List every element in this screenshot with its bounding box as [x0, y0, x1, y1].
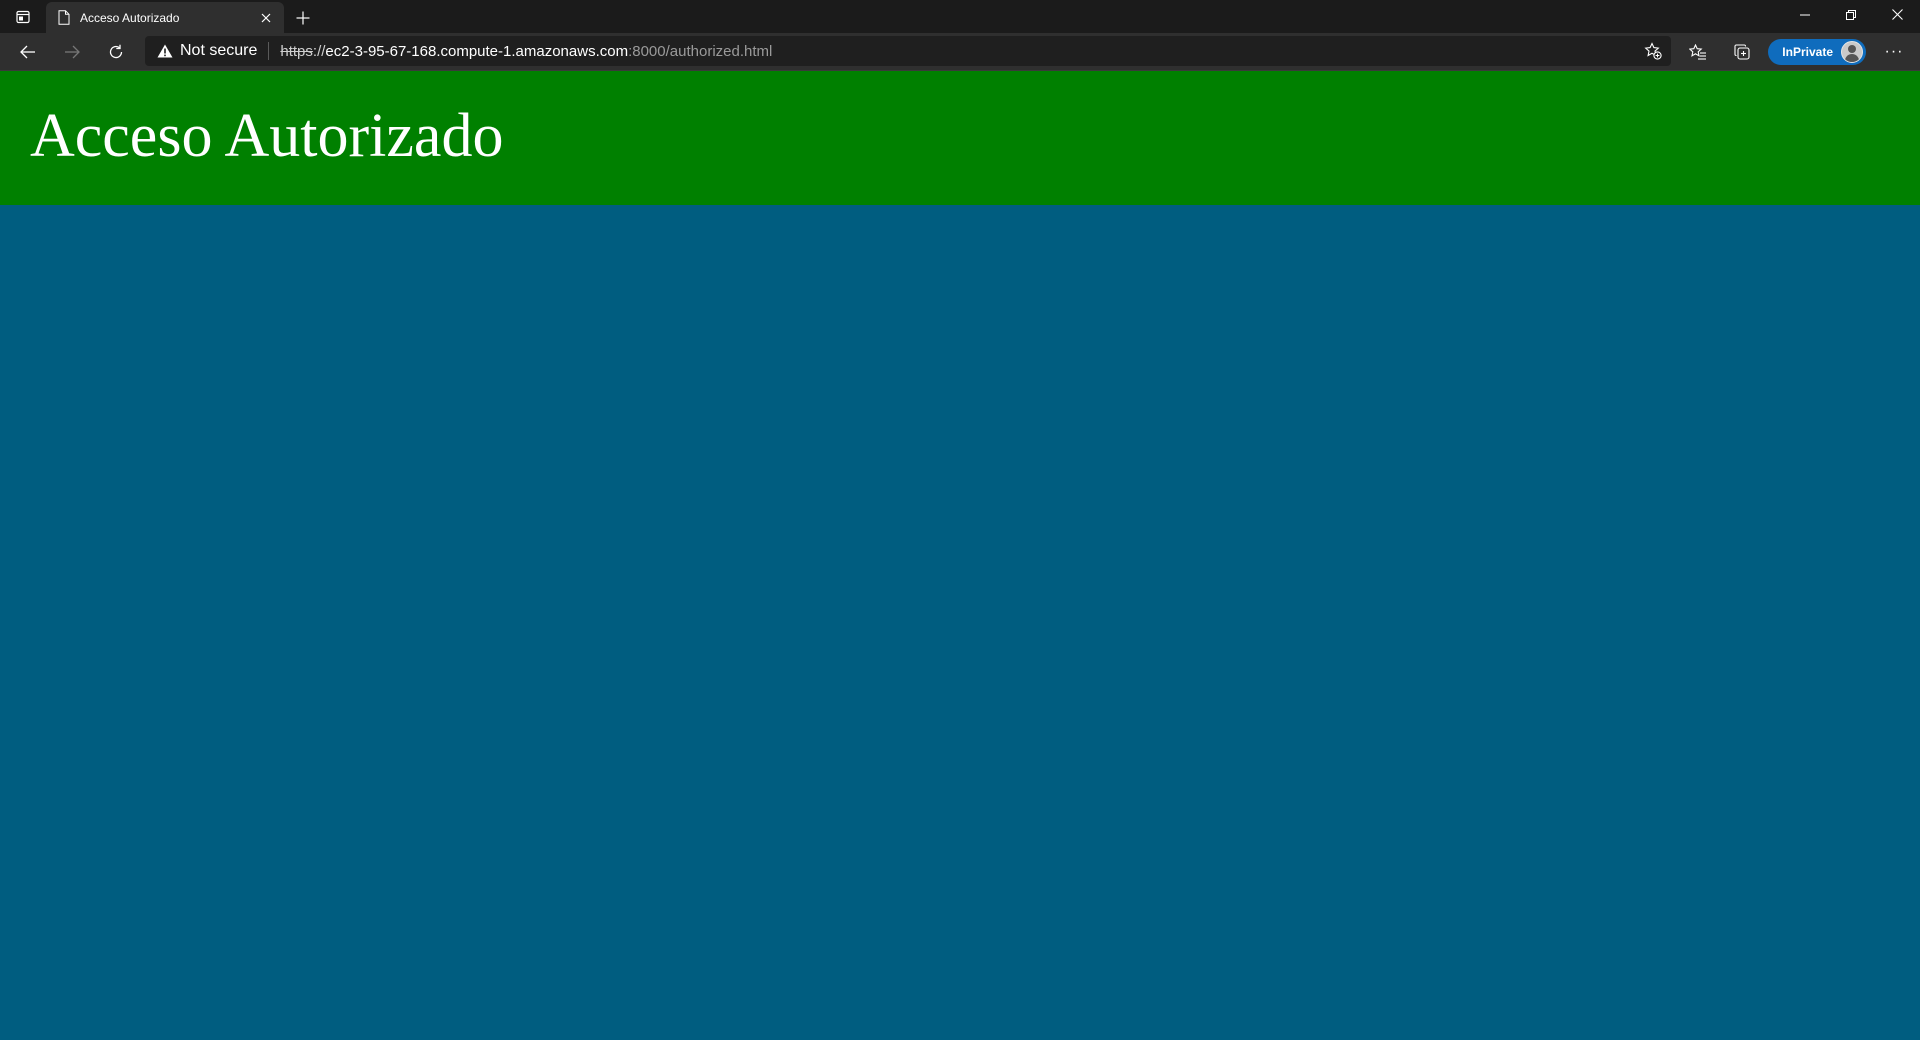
url-scheme: https — [280, 42, 313, 60]
favorites-button[interactable] — [1678, 36, 1718, 68]
url-separator: :// — [312, 42, 326, 60]
restore-button[interactable] — [1828, 0, 1874, 29]
page-icon — [58, 10, 70, 25]
forward-button[interactable] — [52, 36, 92, 68]
page-header: Acceso Autorizado — [0, 71, 1920, 205]
back-arrow-icon — [20, 45, 36, 59]
tab-acceso-autorizado[interactable]: Acceso Autorizado — [46, 2, 284, 33]
add-favorite-button[interactable] — [1643, 41, 1663, 61]
refresh-icon — [108, 44, 124, 60]
url-path: :8000/authorized.html — [628, 42, 773, 60]
browser-toolbar: Not secure https://ec2-3-95-67-168.compu… — [0, 33, 1920, 71]
close-icon — [1891, 9, 1903, 20]
restore-icon — [1846, 9, 1856, 20]
star-add-icon — [1644, 42, 1662, 60]
inprivate-profile-button[interactable]: InPrivate — [1768, 38, 1866, 65]
web-page: Acceso Autorizado — [0, 71, 1920, 1040]
warning-icon — [157, 44, 173, 58]
minimize-icon — [1800, 10, 1810, 20]
refresh-button[interactable] — [96, 36, 136, 68]
site-info-button[interactable]: Not secure — [157, 42, 257, 60]
plus-icon — [296, 11, 310, 25]
collections-icon — [1734, 43, 1750, 60]
minimize-button[interactable] — [1782, 0, 1828, 29]
window-controls — [1782, 0, 1920, 29]
security-label: Not secure — [180, 42, 258, 59]
tab-actions-icon — [16, 10, 30, 24]
browser-window: Acceso Autorizado Not secure https://ec2… — [0, 0, 1920, 1040]
back-button[interactable] — [8, 36, 48, 68]
favorites-icon — [1689, 43, 1707, 60]
inprivate-label: InPrivate — [1782, 44, 1833, 59]
address-divider — [268, 42, 270, 60]
avatar — [1841, 40, 1863, 63]
toolbar-right: InPrivate ··· — [1674, 33, 1920, 70]
more-icon: ··· — [1884, 42, 1904, 60]
tab-title: Acceso Autorizado — [80, 10, 180, 25]
new-tab-button[interactable] — [286, 2, 320, 33]
url-text[interactable]: https://ec2-3-95-67-168.compute-1.amazon… — [280, 43, 772, 60]
url-host: ec2-3-95-67-168.compute-1.amazonaws.com — [325, 42, 629, 60]
tab-actions-button[interactable] — [0, 0, 46, 33]
page-title: Acceso Autorizado — [30, 102, 504, 170]
close-window-button[interactable] — [1874, 0, 1920, 29]
collections-button[interactable] — [1722, 36, 1762, 68]
close-tab-icon[interactable] — [258, 10, 274, 26]
address-bar[interactable]: Not secure https://ec2-3-95-67-168.compu… — [145, 36, 1671, 66]
settings-more-button[interactable]: ··· — [1874, 36, 1914, 68]
forward-arrow-icon — [64, 45, 80, 59]
tab-strip: Acceso Autorizado — [0, 0, 1920, 33]
